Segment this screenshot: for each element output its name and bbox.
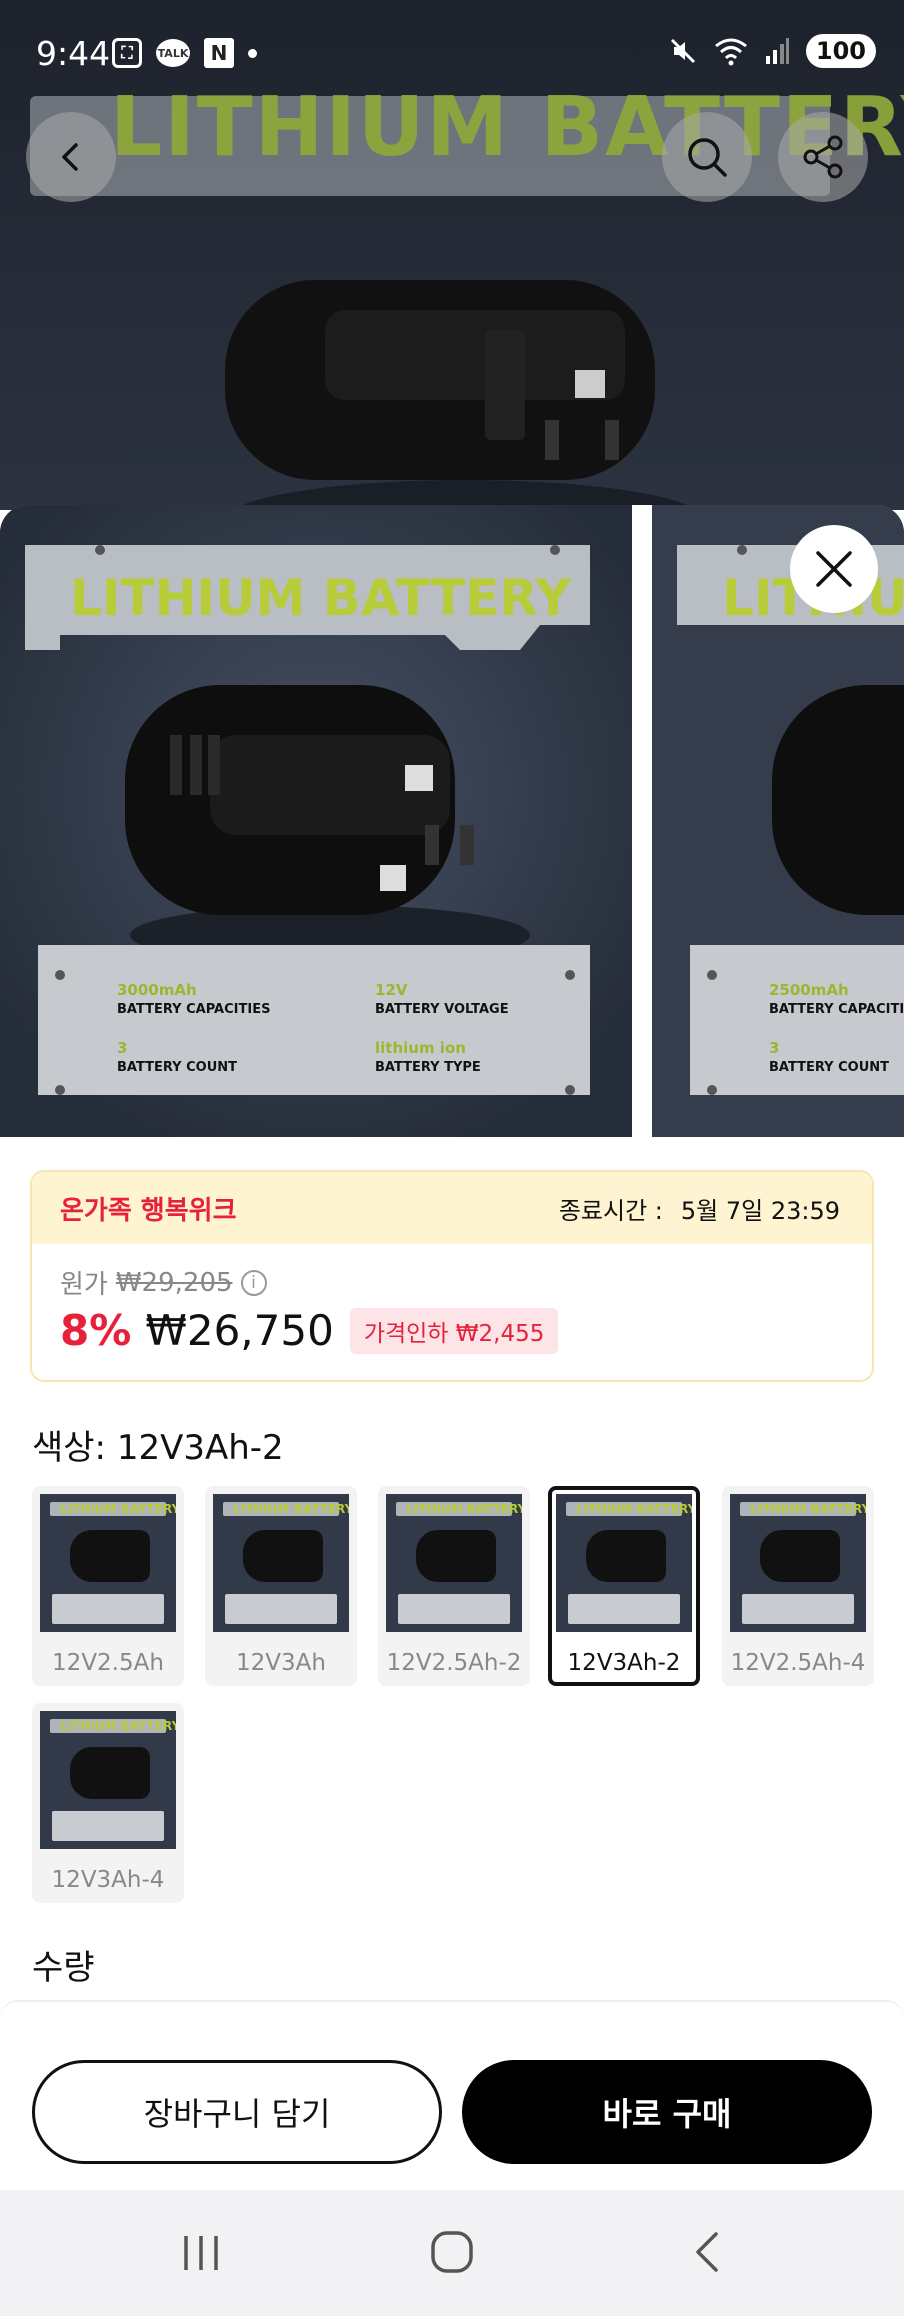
promo-box: 온가족 행복위크 종료시간 :5월 7일 23:59 원가 ₩29,205 i … — [30, 1170, 874, 1382]
option-label: 12V3Ah-4 — [51, 1867, 165, 1893]
thumb-battery — [760, 1530, 840, 1582]
kakaotalk-icon: TALK — [156, 39, 190, 67]
mute-icon — [670, 38, 695, 64]
thumb-spec-plate — [225, 1594, 337, 1624]
spec-label: BATTERY CAPACITIES — [117, 1002, 270, 1017]
close-viewer-button[interactable] — [790, 525, 878, 613]
status-bar: 9:44 ⛶ TALK N 100 — [0, 0, 904, 110]
discount-rate: 8% — [60, 1306, 132, 1355]
back-nav-icon[interactable] — [684, 2228, 730, 2276]
color-option-12v2-5ah-2[interactable]: LITHIUM BATTERY 12V2.5Ah-2 — [378, 1486, 530, 1686]
buy-now-button[interactable]: 바로 구매 — [462, 2060, 872, 2164]
info-icon[interactable]: i — [240, 1269, 267, 1296]
option-label: 12V3Ah — [236, 1650, 326, 1676]
thumb-battery — [586, 1530, 666, 1582]
spec-value: lithium ion — [375, 1039, 466, 1057]
promo-title: 온가족 행복위크 — [60, 1195, 237, 1226]
home-icon[interactable] — [428, 2228, 476, 2276]
signal-icon — [765, 38, 789, 64]
option-thumbnail: LITHIUM BATTERY — [40, 1494, 176, 1632]
option-thumbnail: LITHIUM BATTERY — [556, 1494, 692, 1632]
quantity-label: 수량 — [32, 1948, 95, 1988]
back-button[interactable] — [26, 112, 116, 202]
color-option-12v3ah-4[interactable]: LITHIUM BATTERY 12V3Ah-4 — [32, 1703, 184, 1903]
battery-product-image: LITHIUM BATTERY 3000mAh BATTERY CAPACITI… — [0, 505, 632, 1137]
color-option-12v2-5ah[interactable]: LITHIUM BATTERY 12V2.5Ah — [32, 1486, 184, 1686]
add-to-cart-button[interactable]: 장바구니 담기 — [32, 2060, 442, 2164]
option-thumbnail: LITHIUM BATTERY — [213, 1494, 349, 1632]
share-icon — [803, 135, 843, 179]
price-row: 8% ₩26,750 가격인하 ₩2,455 — [60, 1306, 559, 1355]
sale-price: ₩26,750 — [145, 1306, 334, 1355]
promo-end-label: 종료시간 : — [558, 1196, 663, 1225]
option-thumbnail: LITHIUM BATTERY — [730, 1494, 866, 1632]
close-icon — [816, 551, 852, 587]
thumb-battery — [416, 1530, 496, 1582]
original-price-row: 원가 ₩29,205 i — [60, 1264, 267, 1301]
spec-value: 12V — [375, 981, 408, 999]
spec-value: 2500mAh — [769, 981, 849, 999]
status-time: 9:44 — [36, 34, 111, 73]
spec-label: BATTERY COUNT — [769, 1060, 889, 1075]
color-option-12v3ah-2[interactable]: LITHIUM BATTERY 12V3Ah-2 — [548, 1486, 700, 1686]
screenshot-icon: ⛶ — [112, 38, 142, 68]
color-option-12v3ah[interactable]: LITHIUM BATTERY 12V3Ah — [205, 1486, 357, 1686]
thumb-battery — [70, 1747, 150, 1799]
thumb-banner-text: LITHIUM BATTERY — [60, 1502, 176, 1516]
status-icons-right: 100 — [668, 34, 876, 68]
thumb-battery — [243, 1530, 323, 1582]
thumb-spec-plate — [52, 1594, 164, 1624]
thumb-banner-text: LITHIUM BATTERY — [750, 1502, 866, 1516]
option-thumbnail: LITHIUM BATTERY — [40, 1711, 176, 1849]
thumb-battery — [70, 1530, 150, 1582]
dot-icon — [248, 48, 257, 58]
thumb-spec-plate — [742, 1594, 854, 1624]
option-label: 12V2.5Ah-2 — [386, 1650, 522, 1676]
spec-value: 3 — [769, 1039, 779, 1057]
promo-end-time: 종료시간 : 5월 7일 23:59 — [559, 1191, 840, 1226]
quantity-section — [0, 2000, 904, 2030]
thumb-banner-text: LITHIUM BATTERY — [233, 1502, 349, 1516]
color-option-12v2-5ah-4[interactable]: LITHIUM BATTERY 12V2.5Ah-4 — [722, 1486, 874, 1686]
color-option-label: 색상: 12V3Ah-2 — [32, 1428, 284, 1468]
spec-label: BATTERY CAPACITIES — [769, 1002, 904, 1017]
spec-label: BATTERY TYPE — [375, 1060, 481, 1075]
wifi-icon — [714, 38, 747, 66]
option-label: 12V2.5Ah-4 — [730, 1650, 866, 1676]
original-price: ₩29,205 — [115, 1267, 233, 1298]
promo-end-value: 5월 7일 23:59 — [680, 1196, 840, 1225]
back-icon — [62, 143, 78, 171]
spec-label: BATTERY COUNT — [117, 1060, 237, 1075]
card-banner-text: LITHIUM BATTERY — [70, 569, 572, 627]
search-button[interactable] — [662, 112, 752, 202]
viewer-image-main[interactable]: LITHIUM BATTERY 3000mAh BATTERY CAPACITI… — [0, 505, 632, 1137]
viewer-image-next[interactable]: LITHIUM BATTERY 2500mAh BATTERY CAPACITI… — [652, 505, 904, 1137]
thumb-spec-plate — [52, 1811, 164, 1841]
search-icon — [688, 138, 727, 177]
thumb-spec-plate — [398, 1594, 510, 1624]
hero-battery-image — [225, 280, 698, 510]
thumb-banner-text: LITHIUM BATTERY — [406, 1502, 522, 1516]
image-viewer[interactable]: LITHIUM BATTERY 3000mAh BATTERY CAPACITI… — [0, 505, 904, 1137]
option-thumbnail: LITHIUM BATTERY — [386, 1494, 522, 1632]
original-price-label: 원가 — [60, 1270, 108, 1300]
thumb-spec-plate — [568, 1594, 680, 1624]
price-cut-badge: 가격인하 ₩2,455 — [349, 1307, 559, 1354]
thumb-banner-text: LITHIUM BATTERY — [60, 1719, 176, 1733]
recents-icon[interactable] — [178, 2230, 224, 2276]
thumb-banner-text: LITHIUM BATTERY — [576, 1502, 692, 1516]
option-label: 12V3Ah-2 — [567, 1650, 681, 1676]
bottom-action-bar: 장바구니 담기 바로 구매 — [0, 2030, 904, 2190]
promo-header: 온가족 행복위크 종료시간 : 5월 7일 23:59 — [32, 1172, 872, 1244]
spec-value: 3 — [117, 1039, 127, 1057]
status-icons-left: ⛶ TALK N — [112, 38, 257, 68]
spec-value: 3000mAh — [117, 981, 197, 999]
share-button[interactable] — [778, 112, 868, 202]
system-nav-bar — [0, 2190, 904, 2316]
spec-label: BATTERY VOLTAGE — [375, 1002, 509, 1017]
naver-icon: N — [204, 38, 234, 68]
battery-level: 100 — [805, 34, 876, 68]
battery-product-image: LITHIUM BATTERY 2500mAh BATTERY CAPACITI… — [652, 505, 904, 1137]
option-label: 12V2.5Ah — [52, 1650, 164, 1676]
